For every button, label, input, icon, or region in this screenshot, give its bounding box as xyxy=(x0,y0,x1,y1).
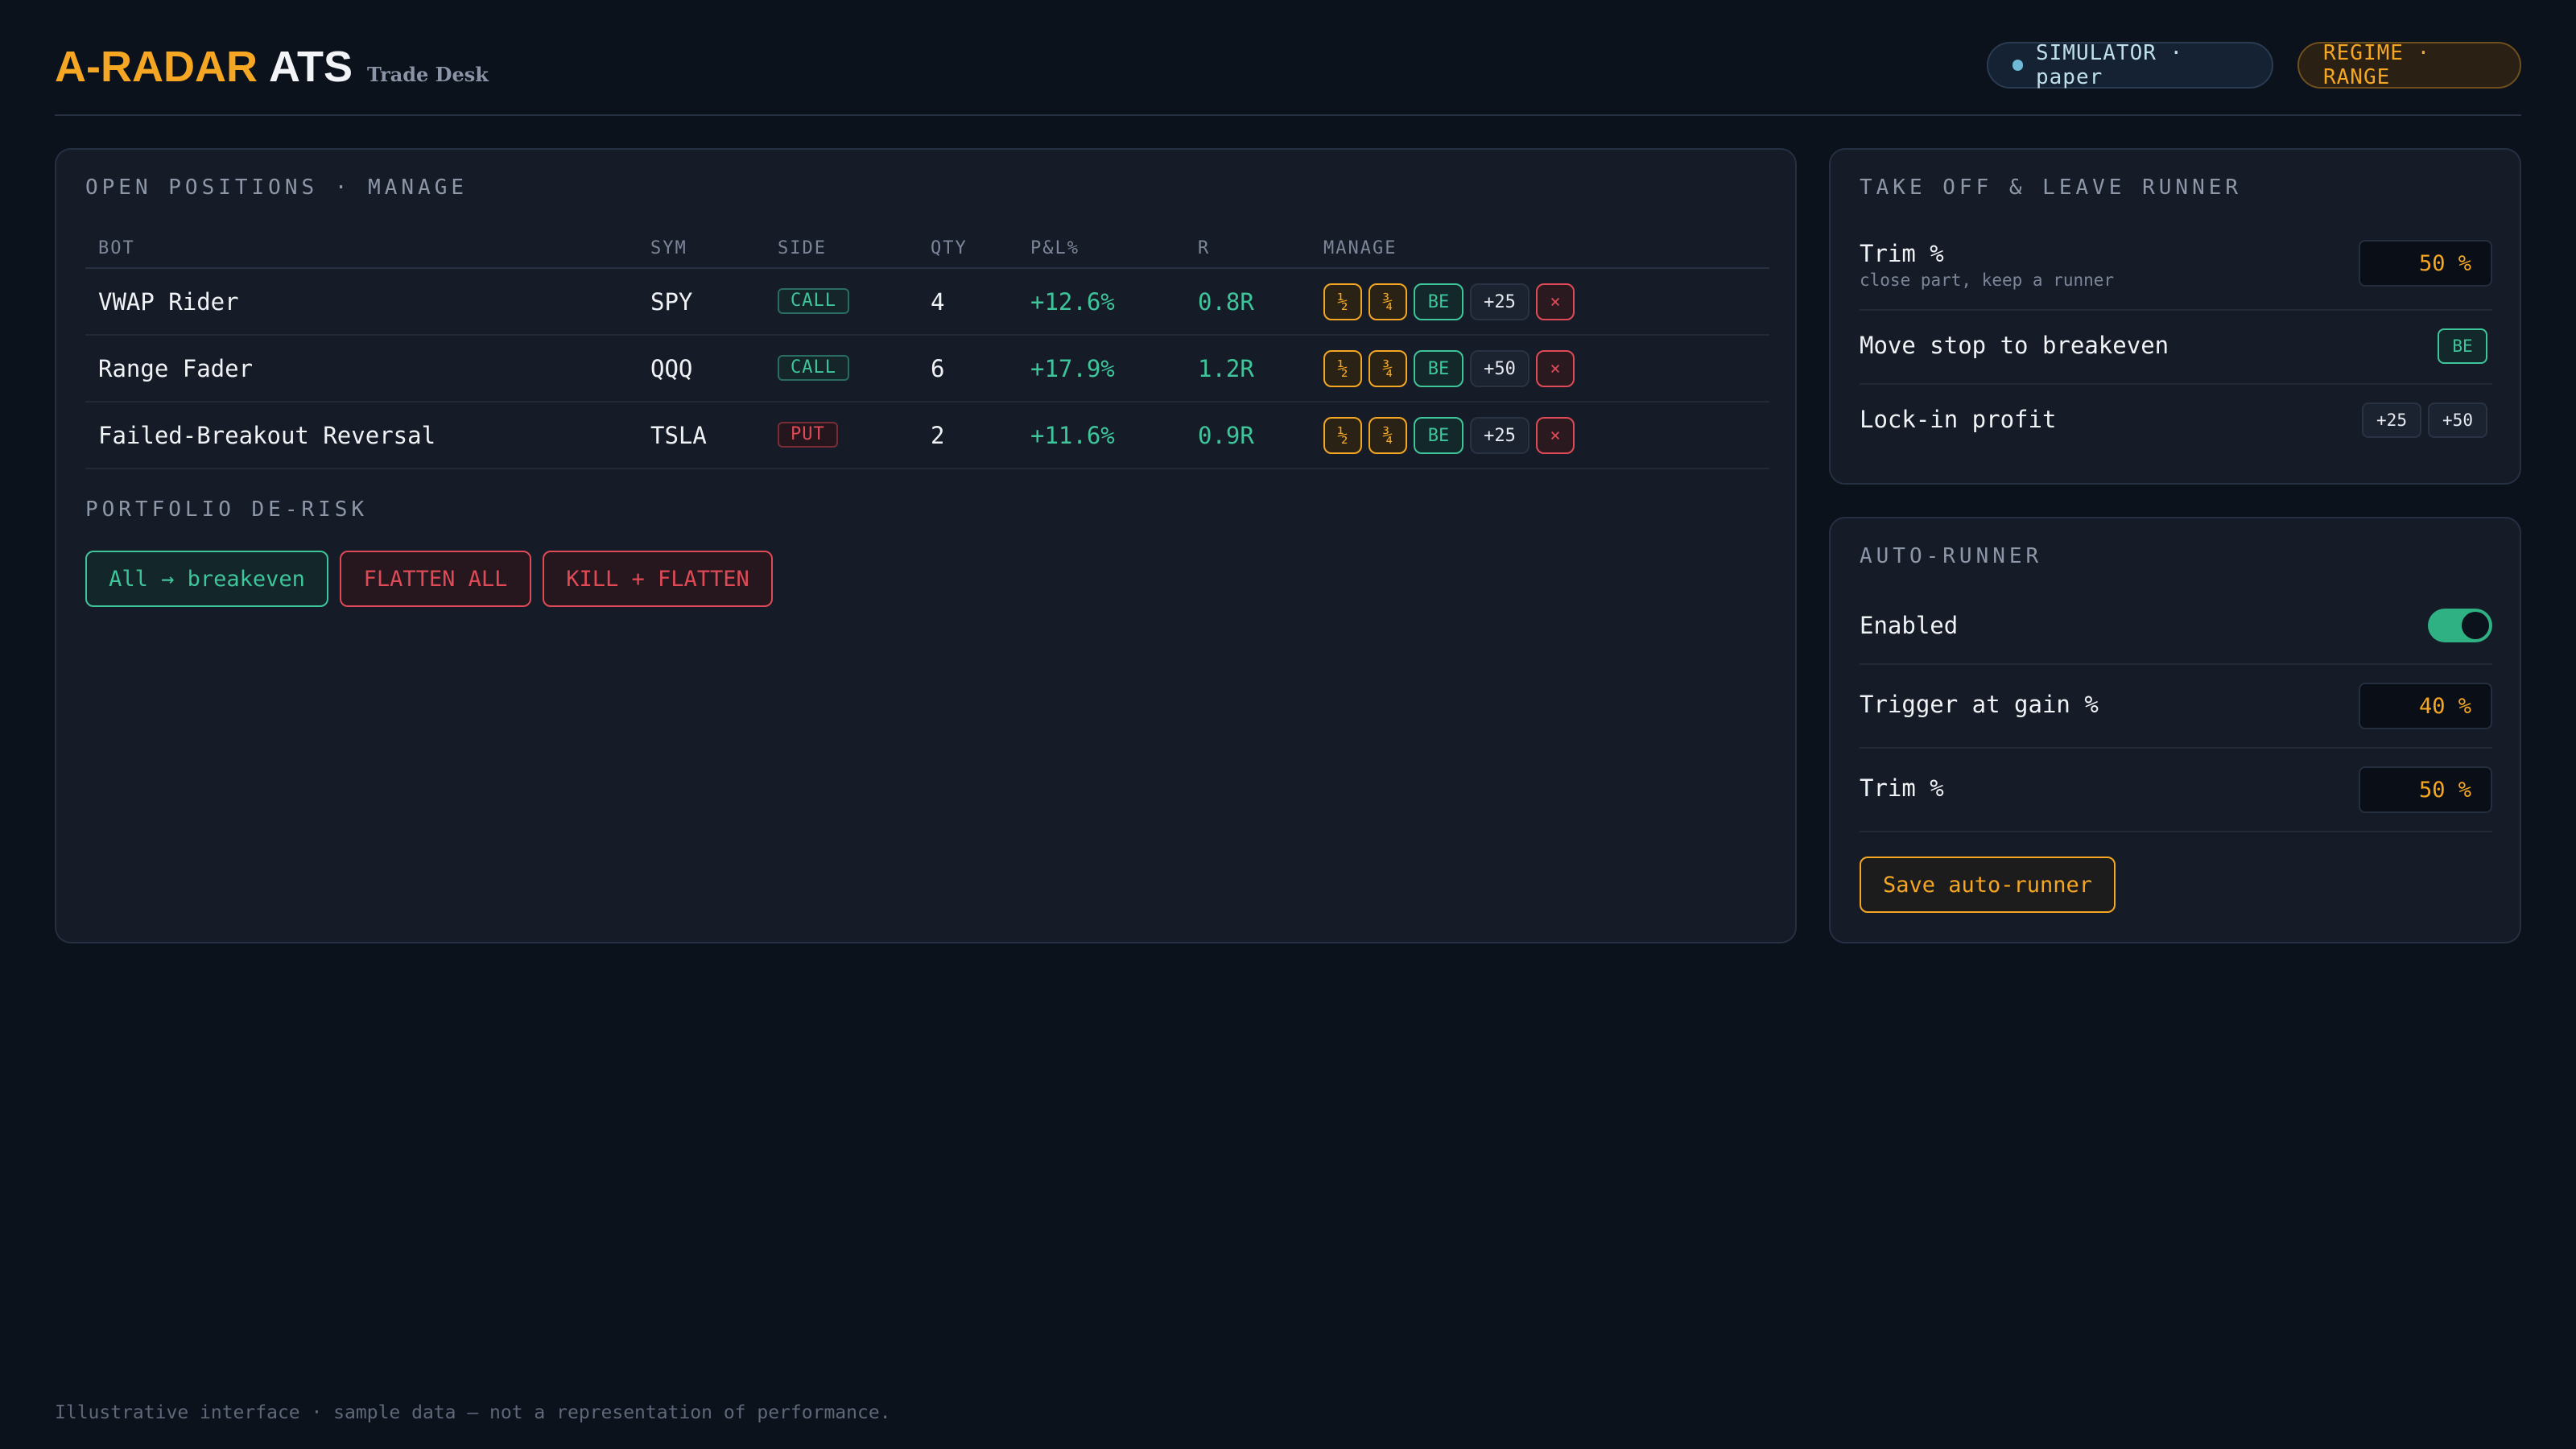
symbol: QQQ xyxy=(650,355,693,382)
trim-hint: close part, keep a runner xyxy=(1860,270,2115,290)
table-row: Failed-Breakout Reversal TSLA PUT 2 +11.… xyxy=(85,402,1769,469)
enabled-label: Enabled xyxy=(1860,612,1959,639)
take-off-panel: TAKE OFF & LEAVE RUNNER Trim % close par… xyxy=(1829,148,2521,485)
open-positions-title: OPEN POSITIONS · MANAGE xyxy=(85,175,469,200)
column-header-side: SIDE xyxy=(778,238,827,258)
auto-runner-panel: AUTO-RUNNER Enabled Trigger at gain % 40… xyxy=(1829,517,2521,943)
enabled-row: Enabled xyxy=(1860,594,2492,665)
column-header-qty: QTY xyxy=(931,238,968,258)
side-badge: PUT xyxy=(778,422,838,448)
column-header-pnl: P&L% xyxy=(1030,238,1080,258)
flatten-all-button[interactable]: FLATTEN ALL xyxy=(340,551,531,607)
disclaimer: Illustrative interface · sample data — n… xyxy=(55,1402,891,1423)
all-breakeven-button[interactable]: All → breakeven xyxy=(85,551,328,607)
quantity: 4 xyxy=(931,288,945,316)
table-row: Range Fader QQQ CALL 6 +17.9% 1.2R ½ ¾ B… xyxy=(85,336,1769,402)
manage-controls: ½ ¾ BE +25 × xyxy=(1323,417,1575,454)
trim-half-button[interactable]: ½ xyxy=(1323,417,1362,454)
trigger-label: Trigger at gain % xyxy=(1860,691,2099,718)
bot-name: Range Fader xyxy=(98,355,254,382)
manage-controls: ½ ¾ BE +50 × xyxy=(1323,350,1575,387)
trim-row: Trim % close part, keep a runner 50 % xyxy=(1860,237,2492,311)
table-header: BOT SYM SIDE QTY P&L% R MANAGE xyxy=(85,229,1769,269)
pnl-percent: +17.9% xyxy=(1030,355,1115,382)
breakeven-button[interactable]: BE xyxy=(1414,283,1463,320)
side-badge: CALL xyxy=(778,355,849,381)
column-header-bot: BOT xyxy=(98,238,135,258)
auto-trim-label: Trim % xyxy=(1860,774,1944,802)
column-header-sym: SYM xyxy=(650,238,687,258)
trim-half-button[interactable]: ½ xyxy=(1323,283,1362,320)
r-multiple: 1.2R xyxy=(1198,355,1254,382)
bot-name: VWAP Rider xyxy=(98,288,239,316)
pnl-percent: +11.6% xyxy=(1030,422,1115,449)
open-positions-panel: OPEN POSITIONS · MANAGE BOT SYM SIDE QTY… xyxy=(55,148,1797,943)
auto-trim-row: Trim % 50 % xyxy=(1860,749,2492,832)
toggle-knob xyxy=(2462,612,2489,639)
column-header-r: R xyxy=(1198,238,1211,258)
lock-profit-button[interactable]: +25 xyxy=(1470,283,1530,320)
table-row: VWAP Rider SPY CALL 4 +12.6% 0.8R ½ ¾ BE… xyxy=(85,269,1769,336)
brand-subtitle: Trade Desk xyxy=(366,63,489,86)
regime-badge[interactable]: REGIME · RANGE xyxy=(2297,41,2521,89)
portfolio-derisk-title: PORTFOLIO DE-RISK xyxy=(85,497,369,522)
r-multiple: 0.9R xyxy=(1198,422,1254,449)
lock-profit-row: Lock-in profit +25 +50 xyxy=(1860,385,2492,459)
breakeven-label: Move stop to breakeven xyxy=(1860,332,2169,359)
close-position-icon[interactable]: × xyxy=(1536,283,1575,320)
manage-controls: ½ ¾ BE +25 × xyxy=(1323,283,1575,320)
trim-three-quarter-button[interactable]: ¾ xyxy=(1368,350,1407,387)
auto-runner-title: AUTO-RUNNER xyxy=(1860,544,2043,568)
close-position-icon[interactable]: × xyxy=(1536,350,1575,387)
brand-logo: A-RADAR ATS Trade Desk xyxy=(55,42,489,92)
derisk-buttons: All → breakeven FLATTEN ALL KILL + FLATT… xyxy=(85,551,773,607)
kill-flatten-button[interactable]: KILL + FLATTEN xyxy=(543,551,773,607)
app-header: A-RADAR ATS Trade Desk SIMULATOR · paper… xyxy=(55,35,2521,116)
quantity: 6 xyxy=(931,355,945,382)
trim-three-quarter-button[interactable]: ¾ xyxy=(1368,283,1407,320)
brand-accent: A-RADAR xyxy=(55,43,258,91)
take-off-title: TAKE OFF & LEAVE RUNNER xyxy=(1860,175,2243,200)
lock-profit-25-button[interactable]: +25 xyxy=(2362,402,2421,438)
lock-profit-50-button[interactable]: +50 xyxy=(2428,402,2487,438)
close-position-icon[interactable]: × xyxy=(1536,417,1575,454)
breakeven-button[interactable]: BE xyxy=(1414,417,1463,454)
breakeven-button[interactable]: BE xyxy=(1414,350,1463,387)
lock-profit-label: Lock-in profit xyxy=(1860,406,2057,433)
status-dot-icon xyxy=(2013,60,2023,71)
trim-half-button[interactable]: ½ xyxy=(1323,350,1362,387)
quantity: 2 xyxy=(931,422,945,449)
symbol: TSLA xyxy=(650,422,707,449)
regime-label: REGIME · RANGE xyxy=(2323,41,2431,89)
trigger-row: Trigger at gain % 40 % xyxy=(1860,665,2492,749)
r-multiple: 0.8R xyxy=(1198,288,1254,316)
auto-trim-input[interactable]: 50 % xyxy=(2359,766,2492,813)
lock-profit-button[interactable]: +50 xyxy=(1470,350,1530,387)
lock-profit-button[interactable]: +25 xyxy=(1470,417,1530,454)
symbol: SPY xyxy=(650,288,693,316)
breakeven-row: Move stop to breakeven BE xyxy=(1860,311,2492,385)
simulator-label: SIMULATOR · paper xyxy=(2036,41,2184,89)
column-header-manage: MANAGE xyxy=(1323,238,1397,258)
positions-table: BOT SYM SIDE QTY P&L% R MANAGE VWAP Ride… xyxy=(85,229,1769,469)
simulator-badge[interactable]: SIMULATOR · paper xyxy=(1987,41,2273,89)
save-auto-runner-button[interactable]: Save auto-runner xyxy=(1860,857,2116,913)
trim-three-quarter-button[interactable]: ¾ xyxy=(1368,417,1407,454)
enabled-toggle[interactable] xyxy=(2428,609,2492,642)
pnl-percent: +12.6% xyxy=(1030,288,1115,316)
move-stop-breakeven-button[interactable]: BE xyxy=(2438,328,2487,364)
brand-main: ATS xyxy=(268,43,353,91)
trim-label: Trim % xyxy=(1860,240,1944,267)
bot-name: Failed-Breakout Reversal xyxy=(98,422,436,449)
trim-percent-input[interactable]: 50 % xyxy=(2359,240,2492,287)
side-badge: CALL xyxy=(778,288,849,314)
trigger-gain-input[interactable]: 40 % xyxy=(2359,683,2492,729)
